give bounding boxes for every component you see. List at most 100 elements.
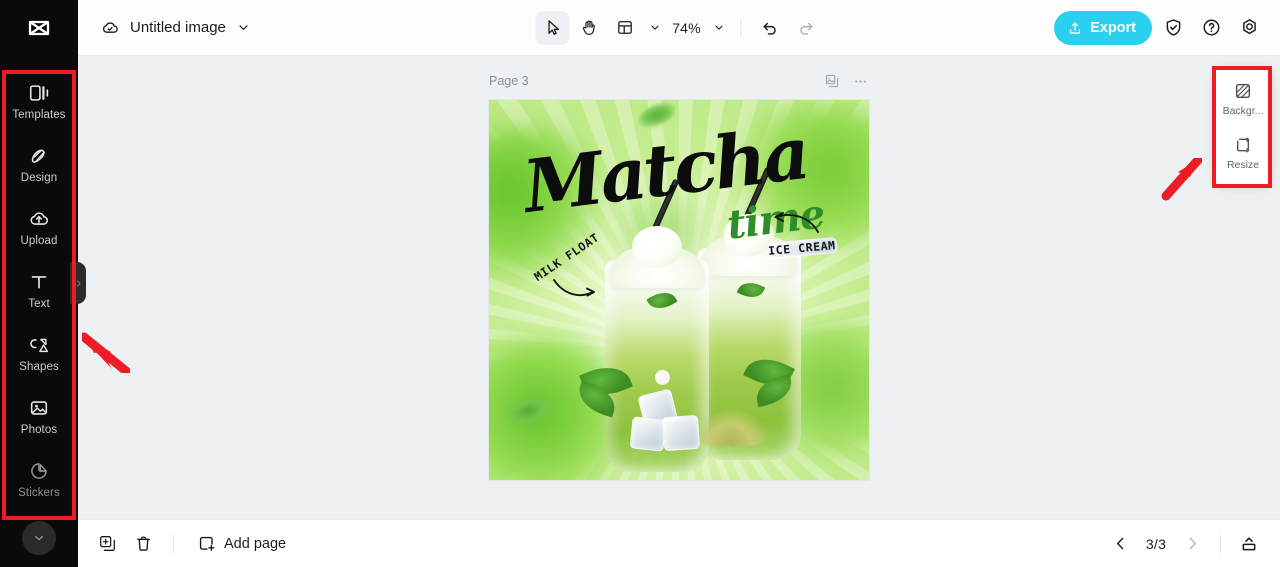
- shapes-icon: [30, 338, 48, 353]
- bottom-toolbar: Add page 3/3: [78, 519, 1280, 567]
- undo-arrow-icon: [763, 22, 776, 35]
- sidebar-item-label: Shapes: [19, 361, 59, 373]
- chevron-right-icon: [1189, 537, 1196, 550]
- artwork-ice-cube: [629, 416, 667, 452]
- next-page-button[interactable]: [1177, 529, 1207, 559]
- sticker-icon: [31, 463, 47, 479]
- right-panel-item-label: Backgr...: [1222, 105, 1264, 117]
- chevron-right-icon: [76, 279, 80, 287]
- top-header-bar: Untitled image 74% Export: [78, 0, 1280, 56]
- capcut-logo-icon: [28, 20, 50, 36]
- sidebar-item-upload[interactable]: Upload: [4, 196, 74, 259]
- chevron-down-icon: [650, 25, 659, 30]
- sidebar-item-label: Design: [20, 172, 58, 184]
- sidebar-item-label: Photos: [20, 424, 58, 436]
- sidebar-item-list: Templates Design Upload Text Shapes Phot…: [0, 56, 78, 511]
- header-tool-group: 74%: [535, 10, 823, 45]
- previous-page-button[interactable]: [1105, 529, 1135, 559]
- upload-share-icon: [1070, 22, 1081, 34]
- add-page-button[interactable]: Add page: [189, 528, 294, 559]
- design-icon: [31, 149, 46, 163]
- zoom-level-value: 74%: [672, 19, 701, 36]
- redo-button[interactable]: [789, 11, 823, 45]
- sidebar-collapse-button[interactable]: [22, 521, 56, 555]
- settings-gear-icon: [1242, 19, 1256, 35]
- layout-grid-icon: [617, 21, 632, 34]
- artwork-curved-arrow-icon: [553, 279, 595, 297]
- right-panel-item-label: Resize: [1226, 159, 1260, 171]
- layout-tool-button[interactable]: [608, 11, 642, 45]
- footer-divider: [1220, 533, 1221, 554]
- page-indicator: 3/3: [1145, 535, 1167, 552]
- delete-page-button[interactable]: [128, 529, 158, 559]
- sidebar-flyout-handle[interactable]: [70, 262, 86, 304]
- trash-icon: [136, 536, 150, 551]
- expand-pages-icon: [1242, 536, 1256, 550]
- sidebar-item-label: Templates: [12, 109, 66, 121]
- sidebar-item-design[interactable]: Design: [4, 133, 74, 196]
- undo-button[interactable]: [753, 11, 787, 45]
- chevron-down-icon: [35, 535, 43, 541]
- sidebar-item-photos[interactable]: Photos: [4, 385, 74, 448]
- export-label: Export: [1090, 19, 1136, 36]
- duplicate-page-icon[interactable]: [824, 73, 840, 89]
- help-question-icon: [1203, 19, 1219, 36]
- add-page-label: Add page: [224, 535, 287, 552]
- header-right-group: Export: [1054, 10, 1266, 45]
- shield-check-button[interactable]: [1156, 11, 1190, 45]
- chevron-down-icon: [714, 25, 723, 30]
- right-tools-panel: Backgr... Resize: [1214, 66, 1272, 186]
- document-title-group[interactable]: Untitled image: [100, 18, 251, 38]
- background-tool-button[interactable]: Backgr...: [1216, 74, 1270, 124]
- artwork-ice-cube: [661, 414, 701, 452]
- toolbar-divider: [740, 17, 742, 38]
- artwork-drinks-group: [489, 166, 869, 472]
- resize-tool-button[interactable]: Resize: [1216, 128, 1270, 178]
- sidebar-item-label: Stickers: [18, 487, 60, 499]
- upload-cloud-icon: [30, 212, 49, 225]
- canvas-workspace[interactable]: Page 3 Matcha time MILK FLOAT ICE CREAM: [78, 56, 1280, 519]
- duplicate-page-button[interactable]: [92, 529, 122, 559]
- more-horizontal-icon[interactable]: [852, 73, 869, 90]
- chevron-down-icon[interactable]: [236, 20, 251, 35]
- settings-button[interactable]: [1232, 11, 1266, 45]
- artwork-matcha-powder: [695, 410, 767, 446]
- templates-icon: [29, 85, 49, 101]
- help-button[interactable]: [1194, 11, 1228, 45]
- design-canvas[interactable]: Matcha time MILK FLOAT ICE CREAM: [489, 100, 869, 480]
- layout-dropdown-caret[interactable]: [644, 13, 666, 43]
- chevron-left-icon: [1116, 537, 1123, 550]
- capcut-editor-window: Templates Design Upload Text Shapes Phot…: [0, 0, 1280, 567]
- artwork-curved-arrow-icon: [774, 212, 819, 233]
- redo-arrow-icon: [799, 22, 812, 35]
- left-sidebar: Templates Design Upload Text Shapes Phot…: [0, 0, 78, 567]
- expand-pages-button[interactable]: [1234, 529, 1264, 559]
- sidebar-item-templates[interactable]: Templates: [4, 70, 74, 133]
- page-actions: [824, 73, 869, 90]
- background-pattern-icon: [1235, 83, 1251, 99]
- app-logo[interactable]: [0, 0, 78, 56]
- hand-tool-button[interactable]: [572, 11, 606, 45]
- document-title: Untitled image: [130, 19, 226, 36]
- footer-divider: [173, 533, 174, 554]
- page-label: Page 3: [489, 74, 529, 88]
- hand-icon: [582, 20, 595, 35]
- duplicate-icon: [99, 536, 115, 551]
- resize-frame-icon: [1236, 137, 1250, 153]
- shield-check-icon: [1166, 19, 1180, 36]
- footer-right-group: 3/3: [1105, 529, 1264, 559]
- footer-left-group: Add page: [92, 528, 294, 559]
- sidebar-item-label: Text: [28, 298, 50, 310]
- artwork-pearl: [655, 370, 670, 385]
- select-tool-button[interactable]: [535, 10, 570, 45]
- page-header-row: Page 3: [489, 70, 869, 92]
- export-button[interactable]: Export: [1054, 10, 1152, 45]
- cursor-arrow-icon: [547, 20, 559, 35]
- cloud-sync-icon: [103, 21, 118, 33]
- zoom-dropdown-caret[interactable]: [708, 13, 730, 43]
- sidebar-item-text[interactable]: Text: [4, 259, 74, 322]
- sidebar-item-shapes[interactable]: Shapes: [4, 322, 74, 385]
- sidebar-item-stickers[interactable]: Stickers: [4, 448, 74, 511]
- add-page-icon: [199, 536, 215, 551]
- sidebar-item-label: Upload: [20, 235, 58, 247]
